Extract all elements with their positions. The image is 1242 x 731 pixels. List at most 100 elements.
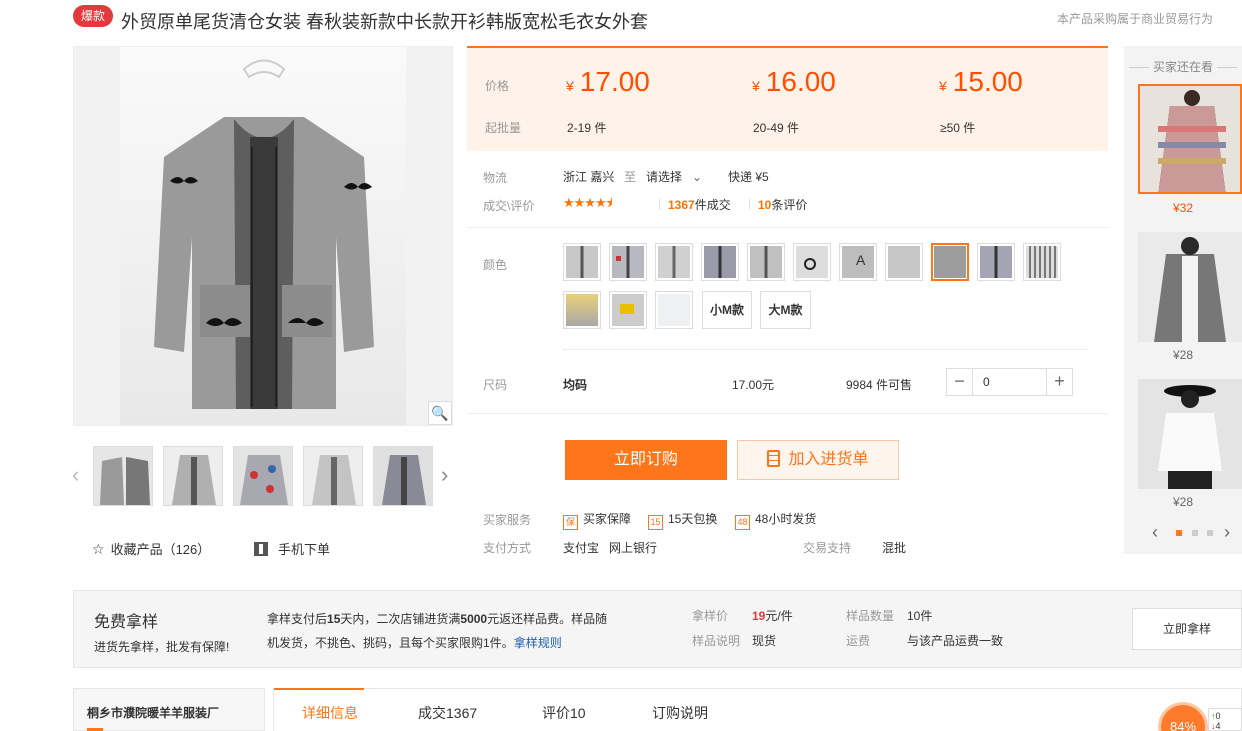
rail-price: ¥28: [1172, 348, 1194, 362]
tier-range: ≥50 件: [940, 121, 976, 135]
service-shipping[interactable]: 48 48小时发货: [735, 510, 816, 530]
destination-select[interactable]: 请选择 ⌄: [646, 168, 702, 185]
trade-support-label: 交易支持: [803, 541, 852, 555]
sample-qty-label: 样品数量: [846, 609, 895, 623]
product-title: 外贸原单尾货清仓女装 春秋装新款中长款开衫韩版宽松毛衣女外套: [121, 12, 648, 32]
sample-qty-value: 10件: [907, 609, 933, 623]
free-sample-panel: [73, 590, 1242, 668]
rail-page-dot[interactable]: [1207, 530, 1213, 536]
thumb-next-arrow[interactable]: ›: [441, 462, 448, 488]
color-swatch[interactable]: A: [839, 243, 877, 281]
rail-next-arrow[interactable]: ›: [1224, 522, 1230, 543]
sample-price-label: 拿样价: [692, 609, 729, 623]
color-swatch[interactable]: [563, 291, 601, 329]
rail-product-image[interactable]: [1138, 232, 1242, 342]
ship-from: 浙江 嘉兴: [563, 170, 615, 184]
sample-rule-link[interactable]: 拿样规则: [514, 636, 562, 650]
tier-range: 2-19 件: [567, 121, 607, 135]
color-swatch[interactable]: [701, 243, 739, 281]
express-fee: 快递 ¥5: [728, 170, 769, 184]
color-swatch[interactable]: [655, 243, 693, 281]
service-exchange[interactable]: 15 15天包换: [648, 510, 717, 530]
color-swatch[interactable]: [977, 243, 1015, 281]
star-outline-icon: ☆: [92, 541, 105, 557]
thumb-prev-arrow[interactable]: ‹: [72, 462, 79, 488]
minus-icon[interactable]: −: [947, 369, 973, 395]
tab-details[interactable]: 详细信息: [302, 703, 358, 723]
sample-desc-line1: 拿样支付后15天内，二次店铺进货满5000元返还样品费。样品随: [267, 612, 608, 626]
size-label: 尺码: [483, 378, 508, 392]
add-to-cart-button[interactable]: 加入进货单: [737, 440, 899, 480]
favorite-label: 收藏产品（126）: [110, 542, 211, 557]
tier-price: ¥15.00: [939, 66, 1023, 97]
active-tab-indicator: [274, 688, 364, 690]
tab-reviews[interactable]: 评价10: [542, 703, 586, 723]
gallery-thumb[interactable]: [163, 446, 223, 506]
shop-name[interactable]: 桐乡市濮院暖羊羊服装厂: [87, 704, 219, 721]
clock-icon: 48: [735, 515, 750, 530]
size-name: 均码: [563, 378, 588, 392]
sample-desc-label: 样品说明: [692, 634, 741, 648]
review-count[interactable]: 10条评价: [758, 196, 807, 213]
logistics-label: 物流: [483, 171, 508, 185]
gallery-thumb[interactable]: [93, 446, 153, 506]
sample-desc-line2: 机发货，不挑色、挑码，且每个买家限购1件。拿样规则: [267, 636, 562, 650]
color-swatch[interactable]: [563, 243, 601, 281]
sample-desc-value: 现货: [752, 634, 777, 648]
gallery-thumb[interactable]: [233, 446, 293, 506]
chevron-down-icon: ⌄: [692, 170, 703, 184]
get-sample-button[interactable]: 立即拿样: [1132, 608, 1242, 650]
color-swatch[interactable]: [609, 291, 647, 329]
sample-subtitle: 进货先拿样，批发有保障!: [94, 640, 230, 654]
quantity-stepper: − +: [946, 368, 1073, 396]
color-swatch-selected[interactable]: [931, 243, 969, 281]
shield-icon: 保: [563, 515, 578, 530]
tab-order-info[interactable]: 订购说明: [652, 703, 708, 723]
hot-badge: 爆款: [73, 5, 113, 27]
rail-page-dot[interactable]: [1192, 530, 1198, 536]
zoom-icon[interactable]: 🔍: [428, 401, 452, 425]
deals-label: 成交\评价: [483, 199, 535, 213]
rating-stars: ★★★★⯨: [563, 195, 613, 210]
payment-label: 支付方式: [483, 541, 532, 555]
tier-price: ¥16.00: [752, 66, 836, 97]
color-swatch[interactable]: [1023, 243, 1061, 281]
deals-count[interactable]: 1367件成交: [668, 196, 731, 213]
main-product-image[interactable]: 🔍: [73, 46, 453, 426]
color-option-large-m[interactable]: 大M款: [760, 291, 811, 329]
rail-page-dot-active[interactable]: [1176, 530, 1182, 536]
speed-widget[interactable]: ↑0 ↓4: [1208, 708, 1242, 731]
color-swatch[interactable]: [793, 243, 831, 281]
to-word: 至: [624, 170, 637, 184]
gallery-thumb[interactable]: [373, 446, 433, 506]
tier-range: 20-49 件: [753, 121, 800, 135]
color-option-small-m[interactable]: 小M款: [702, 291, 752, 329]
cardigan-illustration: [154, 59, 374, 409]
color-swatch[interactable]: [885, 243, 923, 281]
service-protection[interactable]: 保买家保障: [563, 510, 631, 530]
rail-prev-arrow[interactable]: ‹: [1152, 522, 1158, 543]
tier-price: ¥17.00: [566, 66, 650, 97]
payment-methods: 支付宝 网上银行: [563, 541, 658, 555]
tab-deals[interactable]: 成交1367: [418, 703, 477, 723]
quantity-input[interactable]: [974, 369, 1046, 395]
buy-now-button[interactable]: 立即订购: [565, 440, 727, 480]
color-swatch[interactable]: [655, 291, 693, 329]
plus-icon[interactable]: +: [1046, 369, 1072, 395]
mobile-order-label: 手机下单: [278, 542, 331, 557]
rail-price: ¥28: [1172, 495, 1194, 509]
rail-product-image[interactable]: [1138, 379, 1242, 489]
color-label: 颜色: [483, 258, 508, 272]
color-swatch[interactable]: [747, 243, 785, 281]
gallery-thumb[interactable]: [303, 446, 363, 506]
divider: [563, 349, 1087, 350]
mobile-order-button[interactable]: 手机下单: [254, 539, 330, 558]
rail-product-image[interactable]: [1138, 84, 1242, 194]
color-swatch[interactable]: [609, 243, 647, 281]
sample-fee-label: 运费: [846, 634, 871, 648]
service-label: 买家服务: [483, 513, 532, 527]
qrcode-icon: [254, 542, 268, 556]
sample-title: 免费拿样: [94, 614, 159, 631]
favorite-button[interactable]: ☆ 收藏产品（126）: [92, 539, 210, 558]
price-label: 价格: [485, 79, 510, 93]
